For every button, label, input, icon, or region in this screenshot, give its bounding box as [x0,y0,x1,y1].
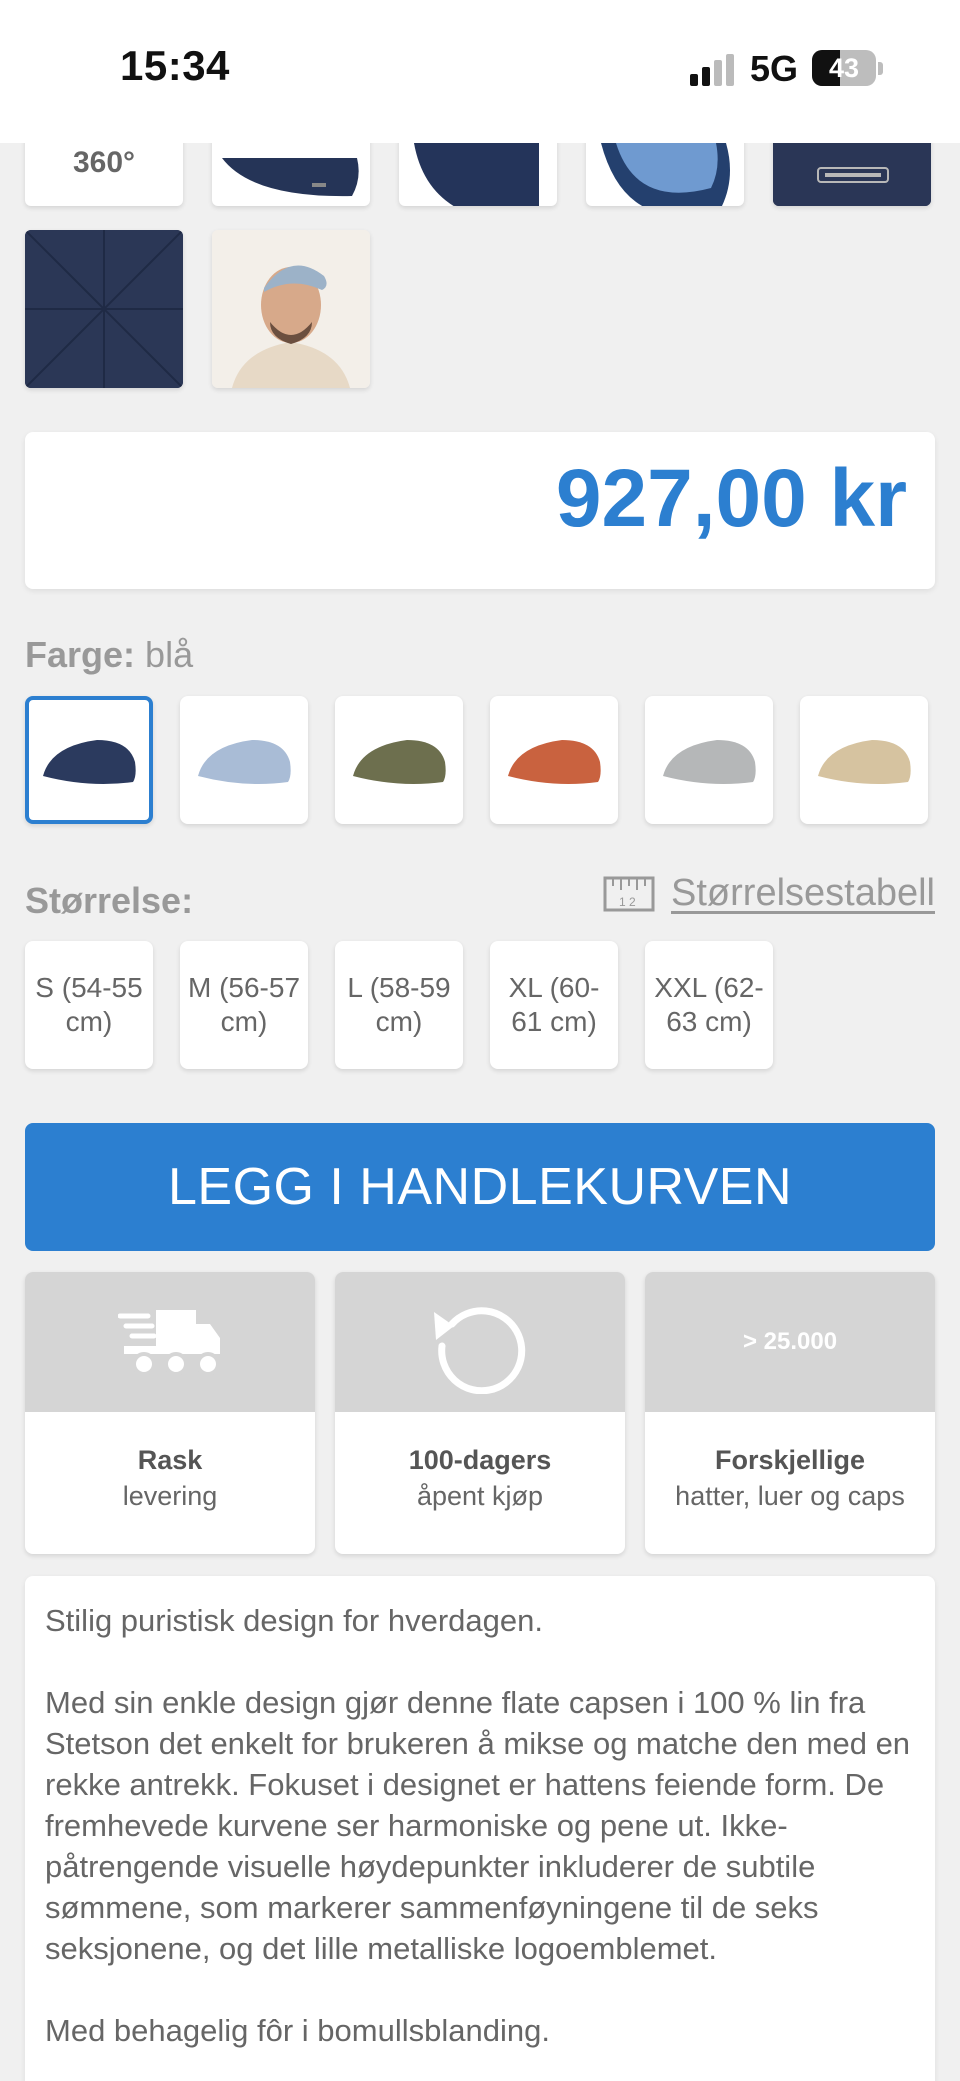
size-table-link[interactable]: 1 2 Størrelsestabell [603,872,935,915]
color-swatch-beige[interactable] [800,696,928,824]
color-label: Farge: [25,634,136,675]
svg-text:1 2: 1 2 [619,895,636,909]
feature-title: Rask [137,1445,203,1475]
feature-subtitle: hatter, luer og caps [675,1481,905,1511]
signal-icon [690,54,734,86]
status-time: 15:34 [120,42,230,89]
description-more: Med behagelig fôr i bomullsblanding. [45,2013,550,2048]
color-swatch-light-blue[interactable] [180,696,308,824]
feature-subtitle: levering [122,1481,218,1511]
size-option-s[interactable]: S (54-55 cm) [25,941,153,1069]
color-swatch-rust[interactable] [490,696,618,824]
battery-level: 43 [828,53,860,83]
add-to-cart-button[interactable]: LEGG I HANDLEKURVEN [25,1123,935,1251]
gallery-thumbnail-fabric[interactable] [25,230,183,388]
feature-open-purchase: 100-dagers åpent kjøp [335,1272,625,1554]
feature-title: Forskjellige [714,1445,866,1475]
fast-delivery-truck-icon [118,1310,220,1376]
color-swatch-navy[interactable] [25,696,153,824]
feature-assortment: > 25.000 Forskjellige hatter, luer og ca… [645,1272,935,1554]
size-option-l[interactable]: L (58-59 cm) [335,941,463,1069]
network-type: 5G [750,48,799,89]
color-selected-value: blå [145,634,194,675]
status-bar: 15:34 5G 43 [0,0,960,143]
feature-count: > 25.000 [742,1328,838,1355]
feature-subtitle: åpent kjøp [416,1481,544,1511]
battery-icon: 43 [812,50,876,86]
product-description: Stilig puristisk design for hverdagen. M… [25,1576,935,2081]
size-option-xxl[interactable]: XXL (62-63 cm) [645,941,773,1069]
feature-fast-delivery: Rask levering [25,1272,315,1554]
color-swatch-light-grey[interactable] [645,696,773,824]
size-option-m[interactable]: M (56-57 cm) [180,941,308,1069]
size-label: Størrelse: [25,880,194,921]
size-label-line: Størrelse: [25,880,193,922]
description-body: Med sin enkle design gjør denne flate ca… [45,1685,911,1966]
view-360-label: 360° [72,146,136,179]
feature-title: 100-dagers [408,1445,552,1475]
color-swatch-olive[interactable] [335,696,463,824]
return-arrow-icon [434,1307,526,1394]
description-intro: Stilig puristisk design for hverdagen. [45,1603,543,1638]
price: 927,00 kr [555,453,907,544]
ruler-icon: 1 2 [603,876,655,911]
color-label-line: Farge: blå [25,634,193,676]
size-option-xl[interactable]: XL (60-61 cm) [490,941,618,1069]
price-box: 927,00 kr [25,432,935,589]
size-table-label: Størrelsestabell [671,872,935,914]
gallery-thumbnail-model[interactable] [212,230,370,388]
